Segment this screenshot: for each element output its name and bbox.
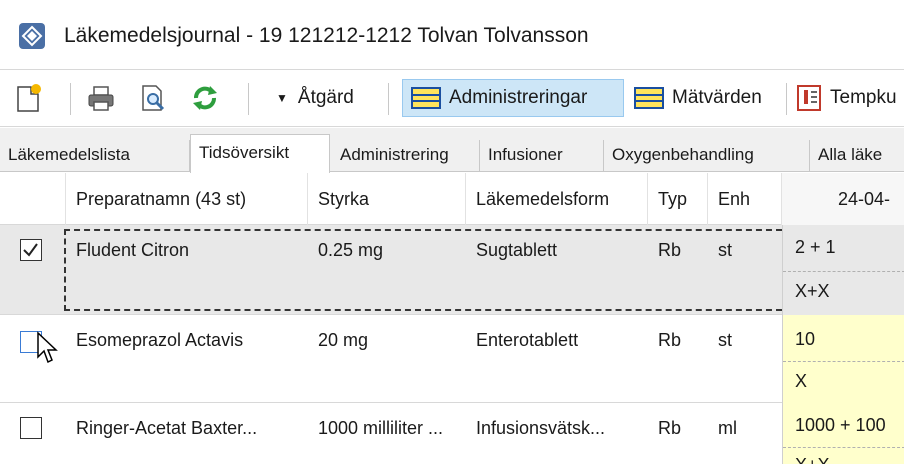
column-header-form[interactable]: Läkemedelsform — [466, 173, 648, 225]
toolbar: ▼ Åtgärd Administreringar Mätvärden Temp… — [0, 71, 904, 127]
toolbar-separator — [388, 83, 389, 115]
atgard-label: Åtgärd — [297, 87, 354, 108]
administreringar-label: Administreringar — [449, 87, 588, 108]
table-row[interactable]: Ringer-Acetat Baxter... 1000 milliliter … — [0, 403, 904, 464]
temp-curve-button[interactable]: Tempku — [796, 79, 904, 117]
dose-amount: 10 — [795, 329, 816, 349]
dose-cell[interactable]: 1000 + 100 X+X — [782, 403, 904, 464]
cell-unit: st — [718, 240, 733, 260]
column-header-strength[interactable]: Styrka — [308, 173, 466, 225]
cell-name: Esomeprazol Actavis — [76, 330, 244, 350]
list-icon — [634, 87, 664, 109]
print-preview-icon — [142, 85, 165, 111]
dose-divider — [783, 361, 904, 362]
dose-divider — [783, 447, 904, 448]
cell-type: Rb — [658, 418, 682, 438]
tab-lakemedelslista[interactable]: Läkemedelslista — [0, 140, 190, 172]
tab-administrering[interactable]: Administrering — [332, 140, 480, 172]
refresh-button[interactable] — [190, 79, 230, 117]
column-header-name[interactable]: Preparatnamn (43 st) — [66, 173, 308, 225]
medication-grid: Preparatnamn (43 st) Styrka Läkemedelsfo… — [0, 173, 904, 464]
dropdown-arrow-icon: ▼ — [276, 91, 288, 105]
dose-marks: X — [795, 371, 808, 391]
table-row[interactable]: Esomeprazol Actavis 20 mg Enterotablett … — [0, 315, 904, 403]
cell-unit: st — [718, 330, 733, 350]
dose-divider — [783, 271, 904, 272]
tab-tidsoversikt[interactable]: Tidsöversikt — [190, 134, 330, 173]
cell-strength: 0.25 mg — [318, 240, 384, 260]
cell-strength: 1000 milliliter ... — [318, 418, 444, 438]
app-logo-icon — [19, 23, 45, 49]
toolbar-separator — [70, 83, 71, 115]
matvarden-label: Mätvärden — [672, 87, 762, 108]
tab-oxygenbehandling[interactable]: Oxygenbehandling — [604, 140, 810, 172]
print-preview-button[interactable] — [138, 79, 178, 117]
row-checkbox[interactable] — [20, 239, 42, 261]
print-button[interactable] — [86, 79, 126, 117]
cell-strength: 20 mg — [318, 330, 369, 350]
tab-strip: Läkemedelslista Tidsöversikt Administrer… — [0, 128, 904, 173]
toolbar-separator — [786, 83, 787, 115]
title-bar: Läkemedelsjournal - 19 121212-1212 Tolva… — [0, 0, 904, 70]
cell-name: Ringer-Acetat Baxter... — [76, 418, 258, 438]
mouse-cursor-icon — [37, 331, 58, 364]
refresh-icon — [193, 86, 217, 110]
cell-unit: ml — [718, 418, 737, 438]
checkmark-icon — [23, 243, 38, 257]
dose-amount: 2 + 1 — [795, 237, 836, 257]
column-header-type[interactable]: Typ — [648, 173, 708, 225]
dose-cell[interactable]: 2 + 1 X+X — [782, 225, 904, 315]
dose-marks: X+X — [783, 455, 904, 464]
cell-form: Sugtablett — [476, 240, 558, 260]
row-checkbox[interactable] — [20, 417, 42, 439]
tab-infusioner[interactable]: Infusioner — [480, 140, 604, 172]
dose-cell[interactable]: 10 X — [782, 315, 904, 403]
cell-form: Infusionsvätsk... — [476, 418, 606, 438]
new-document-button[interactable] — [12, 79, 52, 117]
cell-name: Fludent Citron — [76, 240, 190, 260]
tab-alla-lakemedel[interactable]: Alla läke — [810, 140, 904, 172]
cell-type: Rb — [658, 240, 682, 260]
atgard-dropdown[interactable]: ▼ Åtgärd — [276, 79, 380, 117]
matvarden-button[interactable]: Mätvärden — [630, 79, 778, 117]
list-icon — [411, 87, 441, 109]
column-header-unit[interactable]: Enh — [708, 173, 782, 225]
header-checkbox-column — [0, 173, 66, 225]
temp-label: Tempku — [830, 87, 897, 108]
column-header-date[interactable]: 24-04- — [782, 173, 904, 225]
cell-type: Rb — [658, 330, 682, 350]
administreringar-button[interactable]: Administreringar — [402, 79, 624, 117]
printer-icon — [88, 86, 114, 111]
window-title: Läkemedelsjournal - 19 121212-1212 Tolva… — [64, 24, 589, 47]
thermometer-chart-icon — [797, 85, 821, 111]
dose-marks: X+X — [795, 281, 830, 301]
dose-amount: 1000 + 100 — [795, 415, 886, 435]
new-document-icon — [17, 84, 41, 112]
table-row[interactable]: Fludent Citron 0.25 mg Sugtablett Rb st … — [0, 225, 904, 315]
toolbar-separator — [248, 83, 249, 115]
cell-form: Enterotablett — [476, 330, 579, 350]
grid-header: Preparatnamn (43 st) Styrka Läkemedelsfo… — [0, 173, 904, 225]
